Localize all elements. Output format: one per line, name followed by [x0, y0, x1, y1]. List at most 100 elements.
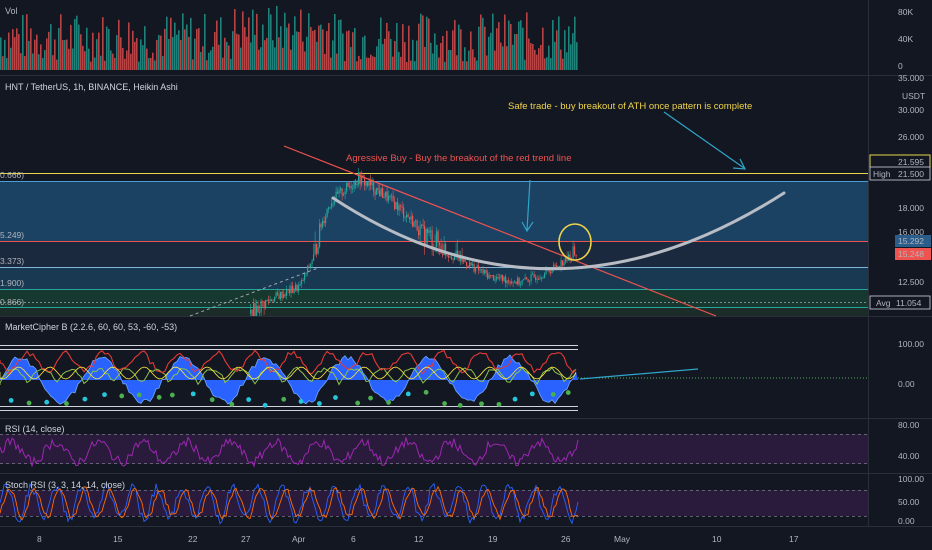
volume-bar [470, 31, 472, 70]
volume-bar [258, 49, 260, 70]
volume-pane-label: Vol [5, 6, 18, 16]
volume-bar [286, 27, 288, 71]
candle-body [539, 277, 541, 280]
badge-high-value: 21.500 [898, 169, 924, 179]
candle-body [514, 281, 516, 283]
volume-bar [482, 17, 484, 70]
volume-bar [528, 38, 530, 70]
candle-body [344, 191, 346, 195]
candle-body [404, 217, 406, 219]
volume-bar [156, 40, 158, 70]
trading-chart[interactable]: Vol 80K 40K 0 Agressive Buy - Buy the br… [0, 0, 932, 550]
volume-bar [558, 16, 560, 70]
volume-bar [256, 13, 258, 70]
candle-body [302, 280, 304, 281]
volume-bar [172, 37, 174, 70]
candle-body [505, 276, 507, 284]
volume-bar [448, 49, 450, 70]
volume-bar [562, 58, 564, 70]
volume-bar [570, 44, 572, 70]
candle-body [269, 299, 271, 301]
candle-body [293, 290, 295, 293]
stoch-tick-50: 50.00 [898, 497, 920, 507]
volume-bar [6, 58, 8, 70]
candle-body [368, 180, 370, 186]
volume-bar [338, 19, 340, 70]
candle-body [256, 305, 258, 316]
x-tick-15: 15 [113, 534, 123, 544]
volume-bar [312, 30, 314, 70]
candle-body [427, 228, 429, 233]
volume-bar [362, 37, 364, 70]
price-pane-title: HNT / TetherUS, 1h, BINANCE, Heikin Ashi [5, 82, 178, 92]
volume-bar [384, 38, 386, 70]
aggressive-buy-annotation[interactable]: Agressive Buy - Buy the breakout of the … [346, 153, 572, 164]
volume-bar [278, 37, 280, 70]
volume-bar [40, 44, 42, 70]
volume-bar [372, 56, 374, 70]
volume-bar [274, 47, 276, 70]
mcb-dot [423, 389, 429, 395]
volume-bar [462, 61, 464, 70]
badge-red: 15.248 [895, 248, 931, 260]
volume-bar [86, 27, 88, 70]
badge-high: High 21.500 [869, 166, 931, 181]
volume-bar [424, 46, 426, 70]
volume-bar [210, 50, 212, 70]
candle-body [334, 201, 336, 204]
volume-bar [76, 15, 78, 70]
volume-bar [432, 53, 434, 70]
candle-body [437, 231, 439, 243]
volume-bar [218, 44, 220, 70]
volume-bar [120, 37, 122, 70]
mcb-dot [316, 401, 322, 406]
volume-bar [34, 39, 36, 70]
volume-bar [422, 15, 424, 71]
volume-bar [8, 32, 10, 70]
candle-body [530, 274, 532, 282]
volume-bar [374, 56, 376, 70]
candle-body [326, 209, 328, 217]
candle-body [298, 285, 300, 292]
volume-bar [336, 53, 338, 70]
candle-body [541, 277, 543, 279]
volume-bar [574, 16, 576, 70]
volume-bar [248, 17, 250, 70]
volume-bar [62, 40, 64, 70]
candle-body [260, 300, 262, 313]
volume-bar [160, 35, 162, 70]
candle-body [391, 195, 393, 197]
volume-bar [284, 12, 286, 71]
candle-body [322, 220, 324, 228]
mcb-dot [119, 393, 125, 399]
volume-bar [174, 22, 176, 71]
volume-bar [294, 16, 296, 70]
volume-bar [292, 35, 294, 70]
mcb-dot [368, 395, 373, 401]
safe-trade-annotation[interactable]: Safe trade - buy breakout of ATH once pa… [508, 101, 752, 112]
mcb-dot [229, 401, 235, 407]
candle-body [503, 276, 505, 281]
volume-bar [224, 37, 226, 70]
volume-bar [400, 56, 402, 70]
volume-bar [42, 58, 44, 70]
candle-body [385, 191, 387, 197]
volume-bar [304, 51, 306, 70]
candle-body [532, 274, 534, 276]
volume-bar [394, 41, 396, 70]
candle-body [448, 255, 450, 258]
volume-bar [320, 24, 322, 71]
candle-body [254, 303, 256, 316]
volume-bar [164, 28, 166, 70]
volume-bar [56, 59, 58, 70]
volume-bar [244, 27, 246, 70]
candle-body [439, 242, 441, 246]
volume-bar [330, 57, 332, 70]
candle-body [512, 281, 514, 283]
badge-high-label: High [873, 169, 891, 179]
fib-left-label-4: 0.866) [0, 297, 24, 307]
candle-body [451, 256, 453, 259]
volume-bar [406, 61, 408, 70]
candle-body [506, 280, 508, 284]
volume-bar [84, 51, 86, 70]
